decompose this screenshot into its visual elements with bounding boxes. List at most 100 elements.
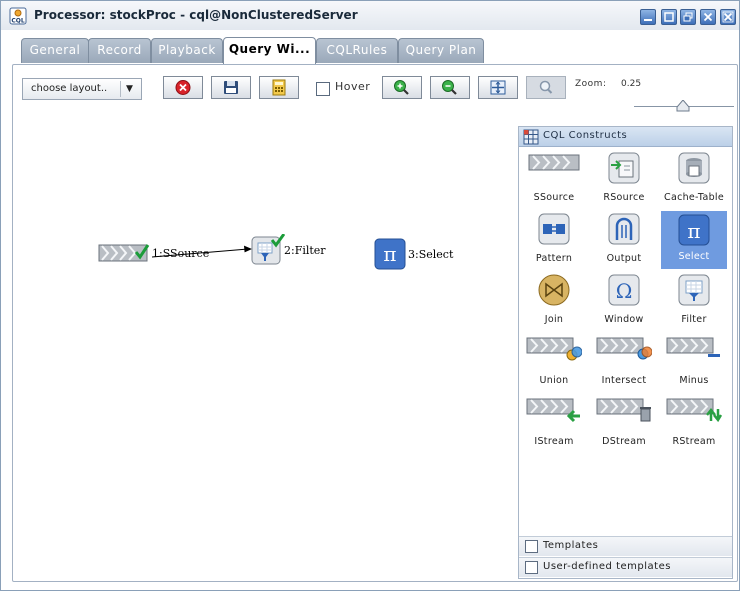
filter-icon — [251, 233, 286, 265]
fit-button[interactable] — [478, 76, 518, 99]
zoom-out-button[interactable] — [430, 76, 470, 99]
rsource-icon — [608, 152, 640, 184]
cql-app-icon: CQL — [9, 7, 27, 25]
canvas-node-select[interactable]: π 3:Select — [374, 238, 453, 274]
tab-query-plan[interactable]: Query Plan — [398, 38, 484, 63]
palette-item-label: DStream — [602, 436, 646, 447]
search-button[interactable] — [526, 76, 566, 99]
cache-table-icon — [678, 152, 710, 184]
layout-select[interactable]: choose layout.. ▼ — [22, 78, 142, 100]
palette-item-join[interactable]: Join — [521, 273, 587, 331]
tab-record[interactable]: Record — [88, 38, 151, 63]
palette-item-intersect[interactable]: Intersect — [591, 334, 657, 392]
intersect-icon — [596, 337, 652, 360]
palette-section-label: User-defined templates — [543, 561, 671, 572]
palette-item-rsource[interactable]: RSource — [591, 151, 657, 209]
palette-item-rstream[interactable]: RStream — [661, 395, 727, 453]
canvas-edges — [151, 245, 252, 258]
filter-icon — [678, 274, 710, 306]
output-icon — [608, 213, 640, 245]
window-title: Processor: stockProc - cql@NonClusteredS… — [34, 8, 358, 22]
delete-button[interactable] — [163, 76, 203, 99]
zoom-in-button[interactable] — [382, 76, 422, 99]
palette-item-pattern[interactable]: Pattern — [521, 212, 587, 270]
zoom-in-icon — [394, 80, 409, 95]
palette-item-union[interactable]: Union — [521, 334, 587, 392]
stream-source-icon — [98, 244, 150, 262]
palette-item-label: RSource — [603, 192, 645, 203]
palette-item-dstream[interactable]: DStream — [591, 395, 657, 453]
calculator-button[interactable] — [259, 76, 299, 99]
chevron-down-icon: ▼ — [126, 84, 133, 94]
palette-item-select[interactable]: π Select — [661, 211, 727, 269]
palette-item-label: Filter — [681, 314, 707, 325]
palette-item-label: Intersect — [601, 375, 647, 386]
canvas-node-ssource-label: 1:SSource — [152, 247, 210, 260]
union-icon — [526, 337, 582, 361]
zoom-out-icon — [442, 80, 457, 95]
search-icon — [539, 80, 553, 94]
select-pi-icon: π — [678, 214, 710, 246]
palette-item-window[interactable]: Ω Window — [591, 273, 657, 331]
join-icon — [538, 274, 570, 306]
minimize-icon[interactable] — [640, 9, 656, 25]
canvas-node-filter[interactable]: 2:Filter — [251, 233, 326, 270]
tab-general[interactable]: General — [21, 38, 89, 63]
palette-item-label: Join — [544, 314, 564, 325]
palette-item-output[interactable]: Output — [591, 212, 657, 270]
tab-playback[interactable]: Playback — [151, 38, 223, 63]
title-bar: CQL Processor: stockProc - cql@NonCluste… — [1, 1, 739, 30]
pi-select-icon: π — [374, 238, 406, 270]
palette-section-templates[interactable]: Templates — [519, 536, 732, 556]
palette-item-istream[interactable]: IStream — [521, 395, 587, 453]
layout-select-value: choose layout.. — [31, 83, 108, 94]
ssource-icon — [528, 154, 580, 171]
palette-item-label: Window — [604, 314, 644, 325]
istream-icon — [526, 398, 580, 423]
dstream-icon — [596, 398, 651, 422]
palette-item-label: Union — [539, 375, 569, 386]
hover-checkbox[interactable] — [316, 82, 330, 96]
query-canvas[interactable]: 1:SSource 2:Filter π 3:Select — [15, 104, 515, 574]
palette-item-label: Select — [678, 251, 710, 262]
close-icon[interactable] — [700, 9, 716, 25]
calculator-icon — [272, 79, 286, 96]
maximize-icon[interactable] — [661, 9, 677, 25]
hover-label: Hover — [335, 80, 371, 93]
minus-icon — [666, 337, 720, 357]
templates-icon — [525, 540, 538, 553]
palette-header[interactable]: CQL Constructs — [519, 127, 732, 147]
window-omega-icon: Ω — [608, 274, 640, 306]
canvas-node-ssource[interactable]: 1:SSource — [98, 242, 209, 268]
svg-text:π: π — [687, 219, 700, 243]
tab-query-wizard[interactable]: Query Wi... — [223, 37, 316, 64]
palette-section-user-templates[interactable]: User-defined templates — [519, 557, 732, 577]
canvas-node-filter-label: 2:Filter — [284, 244, 326, 257]
palette-title: CQL Constructs — [543, 130, 628, 141]
palette-item-minus[interactable]: Minus — [661, 334, 727, 392]
palette-item-cache-table[interactable]: Cache-Table — [661, 151, 727, 209]
svg-text:Ω: Ω — [616, 279, 633, 303]
palette-item-label: Output — [606, 253, 642, 264]
zoom-value: 0.25 — [621, 79, 642, 89]
palette-section-label: Templates — [543, 540, 599, 551]
palette-item-label: RStream — [672, 436, 716, 447]
zoom-slider-thumb[interactable] — [676, 100, 690, 112]
palette-item-label: Pattern — [535, 253, 573, 264]
delete-icon — [175, 80, 191, 95]
save-button[interactable] — [211, 76, 251, 99]
canvas-node-select-label: 3:Select — [408, 248, 454, 261]
palette-item-label: IStream — [534, 436, 574, 447]
user-templates-icon — [525, 561, 538, 574]
pattern-icon — [538, 213, 570, 245]
close-all-icon[interactable] — [720, 9, 736, 25]
palette-item-label: Minus — [679, 375, 709, 386]
processor-window: CQL Processor: stockProc - cql@NonCluste… — [0, 0, 740, 591]
save-icon — [224, 81, 238, 94]
restore-icon[interactable] — [680, 9, 696, 25]
palette-item-ssource[interactable]: SSource — [521, 151, 587, 209]
tab-cqlrules[interactable]: CQLRules — [316, 38, 398, 63]
palette-item-filter[interactable]: Filter — [661, 273, 727, 331]
fit-icon — [490, 80, 506, 95]
svg-text:π: π — [383, 242, 396, 266]
